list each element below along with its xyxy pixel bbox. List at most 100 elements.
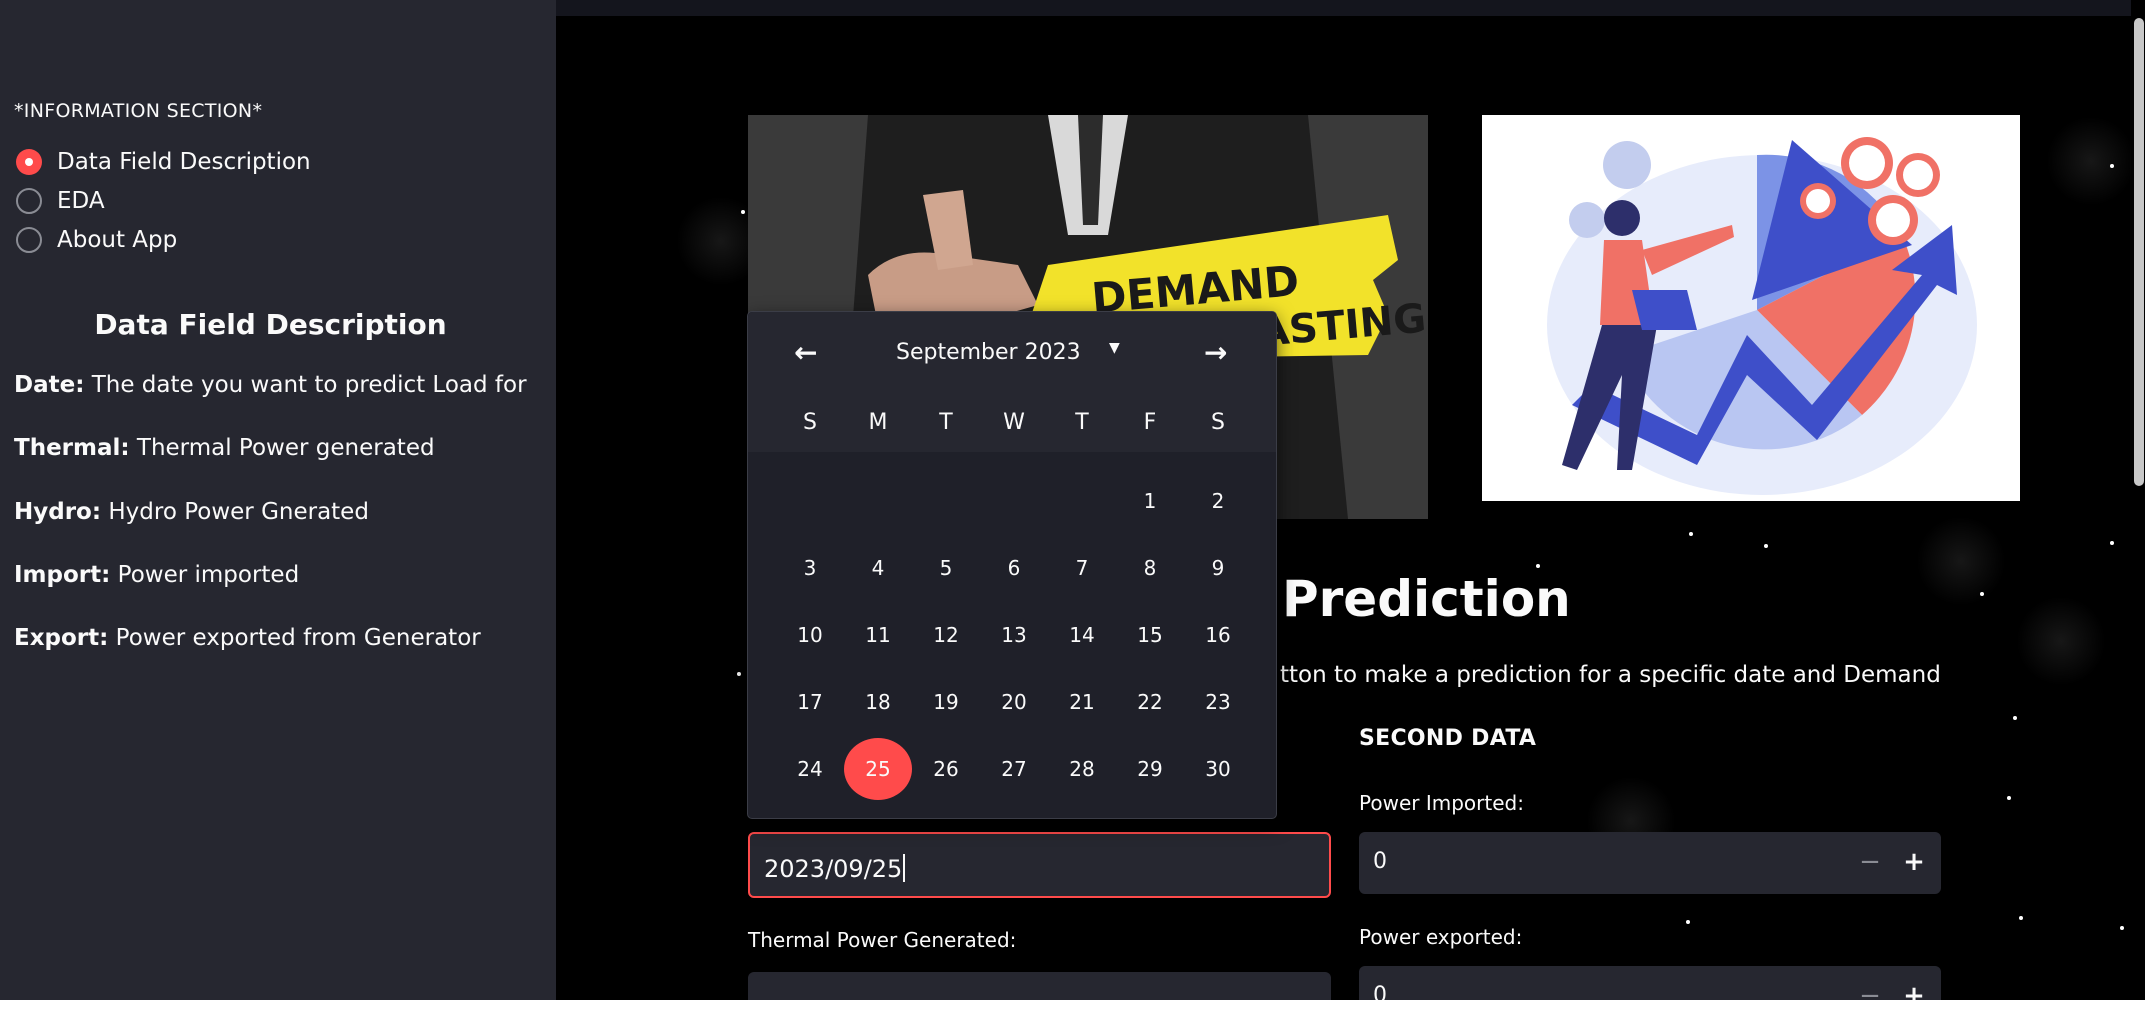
calendar-day[interactable]: 2 xyxy=(1184,472,1252,530)
calendar-day[interactable]: 4 xyxy=(844,539,912,597)
field-description-export: Export: Power exported from Generator xyxy=(14,625,481,651)
calendar-month-label[interactable]: September 2023 xyxy=(896,340,1081,365)
field-desc: Thermal Power generated xyxy=(136,435,435,461)
star-dot xyxy=(2120,926,2124,930)
decrement-button[interactable]: − xyxy=(1850,842,1890,882)
calendar-day[interactable]: 12 xyxy=(912,606,980,664)
calendar-day[interactable]: 10 xyxy=(776,606,844,664)
background-glow xyxy=(2016,596,2106,686)
date-input[interactable]: 2023/09/25 xyxy=(748,832,1331,898)
weekday-label: W xyxy=(1003,410,1025,435)
field-description-thermal: Thermal: Thermal Power generated xyxy=(14,435,435,461)
calendar-day[interactable]: 3 xyxy=(776,539,844,597)
sidebar-heading: Data Field Description xyxy=(94,308,447,341)
weekday-label: F xyxy=(1143,410,1157,435)
calendar-day[interactable]: 16 xyxy=(1184,606,1252,664)
calendar-day[interactable]: 6 xyxy=(980,539,1048,597)
calendar-day[interactable]: 28 xyxy=(1048,740,1116,798)
background-glow xyxy=(1916,516,2006,606)
scrollbar-thumb[interactable] xyxy=(2134,18,2144,486)
calendar-day[interactable]: 26 xyxy=(912,740,980,798)
radio-data-field-description[interactable]: Data Field Description xyxy=(16,145,311,179)
calendar-day[interactable]: 7 xyxy=(1048,539,1116,597)
weekday-label: S xyxy=(803,410,817,435)
calendar-day[interactable]: 29 xyxy=(1116,740,1184,798)
field-name: Export: xyxy=(14,625,109,651)
calendar-day[interactable]: 30 xyxy=(1184,740,1252,798)
power-exported-input[interactable]: 0 − + xyxy=(1359,966,1941,1000)
radio-label: Data Field Description xyxy=(57,149,311,175)
star-dot xyxy=(737,672,741,676)
calendar-day[interactable]: 1 xyxy=(1116,472,1184,530)
calendar-day[interactable]: 5 xyxy=(912,539,980,597)
calendar-day[interactable]: 9 xyxy=(1184,539,1252,597)
field-desc: Power exported from Generator xyxy=(115,625,481,651)
field-name: Thermal: xyxy=(14,435,130,461)
analytics-illustration-image xyxy=(1482,115,2020,501)
chevron-down-icon[interactable]: ▼ xyxy=(1109,340,1120,356)
calendar-day[interactable]: 14 xyxy=(1048,606,1116,664)
radio-eda[interactable]: EDA xyxy=(16,184,105,218)
calendar-day[interactable]: 21 xyxy=(1048,673,1116,731)
weekday-label: M xyxy=(868,410,888,435)
radio-label: About App xyxy=(57,227,178,253)
top-header-bar xyxy=(556,0,2145,16)
calendar-day[interactable]: 13 xyxy=(980,606,1048,664)
calendar-day[interactable]: 20 xyxy=(980,673,1048,731)
star-dot xyxy=(1764,544,1768,548)
calendar-day[interactable]: 23 xyxy=(1184,673,1252,731)
calendar-day-selected[interactable]: 25 xyxy=(844,738,912,800)
field-name: Date: xyxy=(14,372,85,398)
radio-selected-icon[interactable] xyxy=(16,149,42,175)
field-description-hydro: Hydro: Hydro Power Gnerated xyxy=(14,499,369,525)
calendar-day[interactable]: 15 xyxy=(1116,606,1184,664)
power-imported-label: Power Imported: xyxy=(1359,791,1524,815)
star-dot xyxy=(2110,541,2114,545)
weekday-label: T xyxy=(1075,410,1089,435)
calendar-day[interactable]: 27 xyxy=(980,740,1048,798)
previous-month-arrow-icon[interactable]: ← xyxy=(794,336,817,369)
background-glow xyxy=(2046,116,2136,206)
second-data-heading: SECOND DATA xyxy=(1359,726,1537,751)
field-description-date: Date: The date you want to predict Load … xyxy=(14,372,527,398)
radio-label: EDA xyxy=(57,188,105,214)
field-desc: Power imported xyxy=(117,562,300,588)
thermal-power-label: Thermal Power Generated: xyxy=(748,928,1017,952)
field-description-import: Import: Power imported xyxy=(14,562,299,588)
decrement-button[interactable]: − xyxy=(1850,976,1890,1000)
next-month-arrow-icon[interactable]: → xyxy=(1204,336,1227,369)
calendar-day[interactable]: 19 xyxy=(912,673,980,731)
radio-unselected-icon[interactable] xyxy=(16,188,42,214)
calendar-day[interactable]: 22 xyxy=(1116,673,1184,731)
sidebar-section-title: *INFORMATION SECTION* xyxy=(14,100,263,122)
field-desc: The date you want to predict Load for xyxy=(91,372,527,398)
weekday-label: S xyxy=(1211,410,1225,435)
power-imported-input[interactable]: 0 − + xyxy=(1359,832,1941,894)
calendar-day[interactable]: 8 xyxy=(1116,539,1184,597)
power-exported-label: Power exported: xyxy=(1359,925,1523,949)
analytics-illustration xyxy=(1482,115,2020,501)
star-dot xyxy=(2110,164,2114,168)
calendar-day[interactable]: 18 xyxy=(844,673,912,731)
app-window: *INFORMATION SECTION* Data Field Descrip… xyxy=(0,0,2145,1000)
page-subtitle: tton to make a prediction for a specific… xyxy=(1280,662,1941,688)
calendar-day[interactable]: 11 xyxy=(844,606,912,664)
calendar-day[interactable]: 24 xyxy=(776,740,844,798)
thermal-power-input[interactable] xyxy=(748,972,1331,1000)
star-dot xyxy=(2019,916,2023,920)
power-imported-value[interactable]: 0 xyxy=(1373,849,1387,874)
page-title: Prediction xyxy=(1282,570,1571,628)
date-picker-calendar: ← September 2023 ▼ → S M T W T F S 12345… xyxy=(747,311,1277,819)
field-name: Import: xyxy=(14,562,111,588)
calendar-day[interactable]: 17 xyxy=(776,673,844,731)
date-value[interactable]: 2023/09/25 xyxy=(764,855,902,883)
text-caret xyxy=(903,854,906,882)
field-name: Hydro: xyxy=(14,499,102,525)
radio-about-app[interactable]: About App xyxy=(16,223,177,257)
increment-button[interactable]: + xyxy=(1894,842,1934,882)
radio-unselected-icon[interactable] xyxy=(16,227,42,253)
increment-button[interactable]: + xyxy=(1894,976,1934,1000)
star-dot xyxy=(1536,564,1540,568)
power-exported-value[interactable]: 0 xyxy=(1373,983,1387,1000)
star-dot xyxy=(1686,920,1690,924)
